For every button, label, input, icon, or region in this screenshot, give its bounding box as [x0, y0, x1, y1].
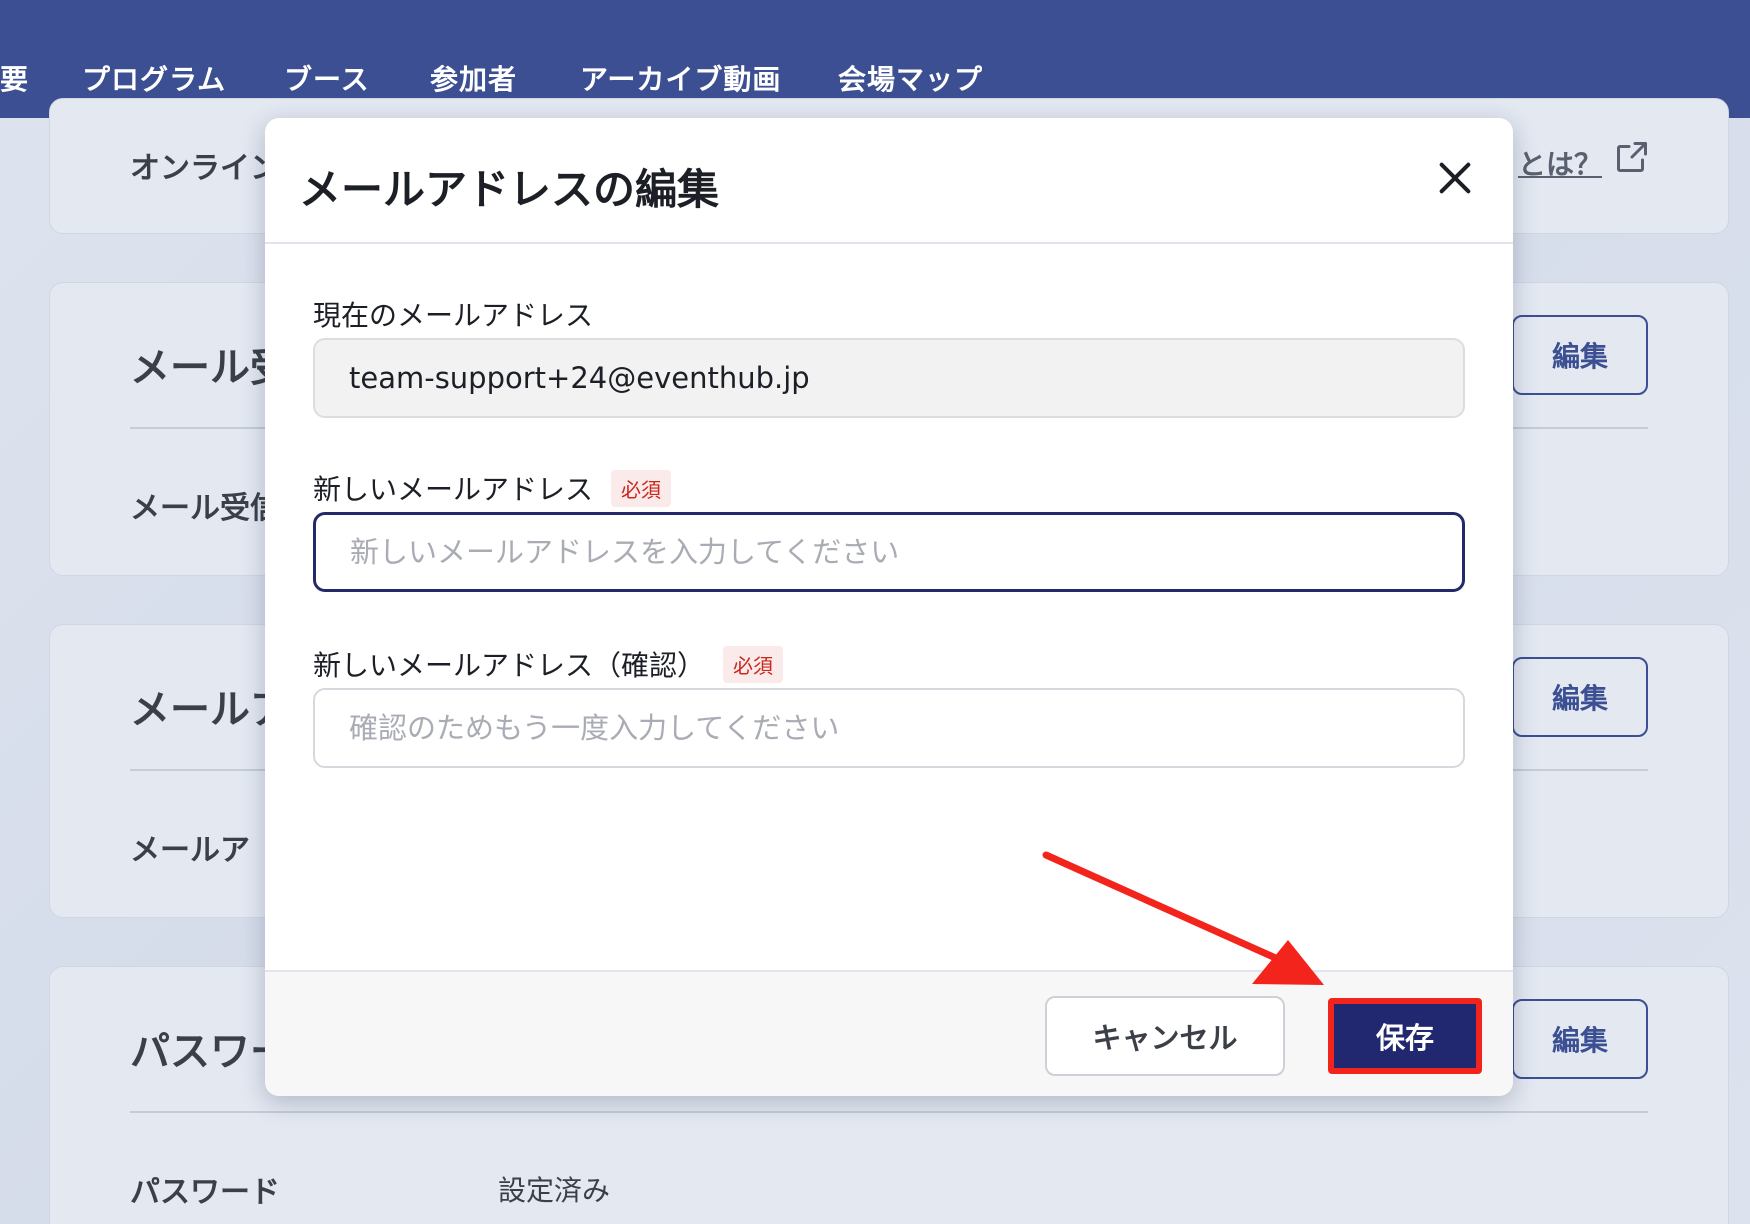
nav-item-venue-map[interactable]: 会場マップ	[838, 58, 983, 98]
edit-mail-address-button[interactable]: 編集	[1512, 657, 1648, 737]
mail-receive-label: メール受信	[130, 491, 280, 526]
card-divider	[130, 1111, 1648, 1113]
nav-item-archive-video[interactable]: アーカイブ動画	[580, 58, 781, 98]
confirm-email-label-text: 新しいメールアドレス（確認）	[313, 649, 706, 682]
nav-item-booth[interactable]: ブース	[284, 58, 370, 98]
edit-email-dialog: メールアドレスの編集 現在のメールアドレス team-support+24@ev…	[265, 118, 1513, 1096]
confirm-email-label: 新しいメールアドレス（確認） 必須	[313, 644, 784, 684]
password-status: 設定済み	[498, 1174, 611, 1207]
required-badge: 必須	[723, 645, 784, 683]
nav-item-program[interactable]: プログラム	[82, 58, 226, 98]
current-email-label: 現在のメールアドレス	[313, 294, 593, 334]
cancel-button[interactable]: キャンセル	[1045, 996, 1285, 1076]
nav-item-participants[interactable]: 参加者	[430, 58, 517, 98]
close-icon[interactable]	[1435, 158, 1475, 198]
edit-password-button[interactable]: 編集	[1512, 999, 1648, 1079]
edit-mail-receive-button[interactable]: 編集	[1512, 315, 1648, 395]
password-label: パスワード	[130, 1175, 280, 1210]
save-button[interactable]: 保存	[1330, 1000, 1480, 1072]
external-link-icon[interactable]	[1614, 139, 1650, 175]
confirm-email-input[interactable]	[313, 688, 1465, 768]
new-email-input[interactable]	[313, 512, 1465, 592]
current-email-field: team-support+24@eventhub.jp	[313, 338, 1465, 418]
new-email-label: 新しいメールアドレス 必須	[313, 468, 672, 508]
required-badge: 必須	[611, 469, 672, 507]
help-link[interactable]: とは？	[1518, 143, 1602, 183]
current-email-value: team-support+24@eventhub.jp	[349, 361, 810, 395]
dialog-title: メールアドレスの編集	[299, 165, 720, 214]
current-email-label-text: 現在のメールアドレス	[313, 299, 594, 332]
card-title-online: オンライン	[130, 151, 280, 186]
mail-address-label: メールア	[130, 833, 250, 868]
new-email-label-text: 新しいメールアドレス	[313, 473, 594, 506]
nav-item-overview[interactable]: 要	[0, 58, 29, 98]
dialog-footer: キャンセル 保存	[265, 970, 1513, 1096]
dialog-header: メールアドレスの編集	[265, 118, 1513, 244]
